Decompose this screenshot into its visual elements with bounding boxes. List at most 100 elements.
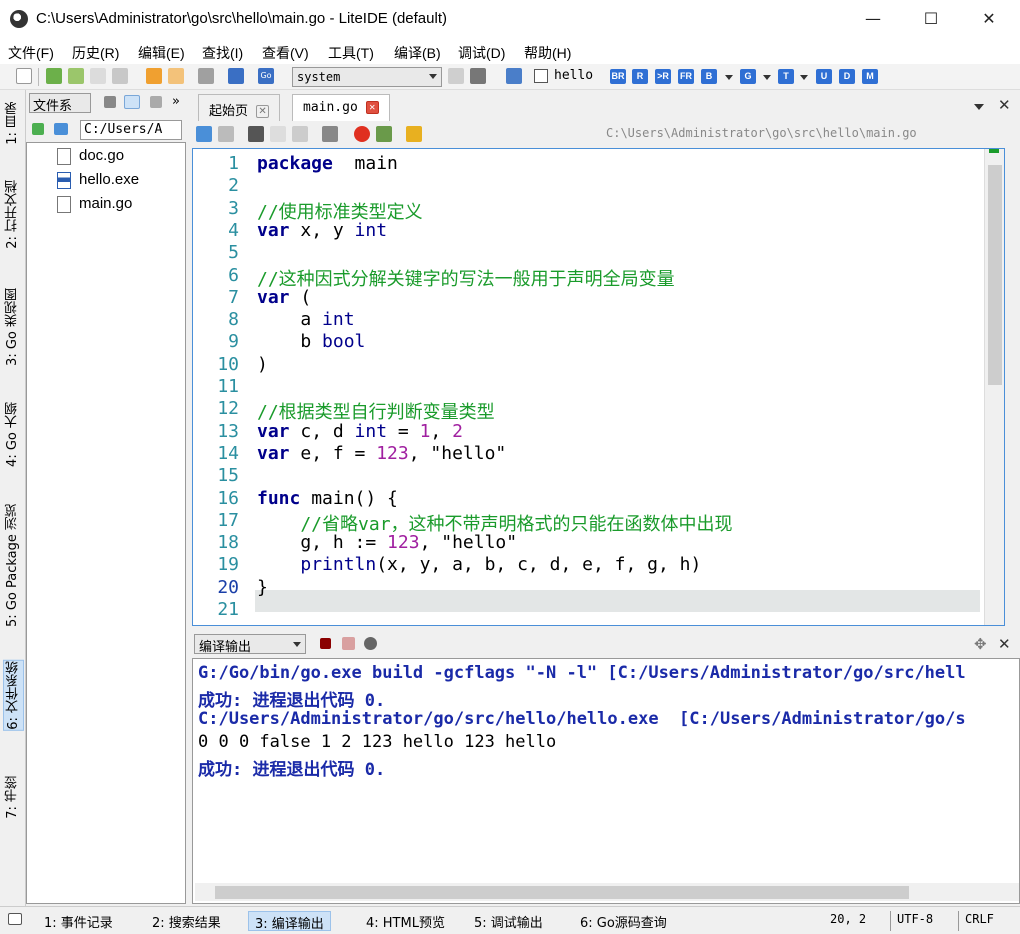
split-icon[interactable] [150, 96, 162, 108]
copy-icon[interactable] [270, 126, 286, 142]
back-icon[interactable] [146, 68, 162, 84]
save-icon[interactable] [90, 68, 106, 84]
tab-list-chevron-icon[interactable] [974, 104, 984, 110]
build-button[interactable]: B [701, 69, 717, 84]
export-icon[interactable] [376, 126, 392, 142]
code-editor[interactable]: 1 2 3 4 5 6 7 8 9 10 11 12 13 14 15 16 17 18 19 20 21 packag… [192, 148, 1005, 626]
more-chevron-icon[interactable]: » [172, 94, 180, 109]
menu-edit[interactable]: 编辑(E) [138, 43, 185, 63]
get-button[interactable]: G [740, 69, 756, 84]
new-file-icon[interactable] [16, 68, 32, 84]
menu-help[interactable]: 帮助(H) [524, 43, 571, 63]
tools-icon[interactable] [198, 68, 214, 84]
close-editor-icon[interactable]: ✕ [998, 96, 1011, 114]
sidetab-class-view[interactable]: 3: Go 类视图 [3, 288, 22, 366]
lock-icon[interactable] [322, 126, 338, 142]
menu-debug[interactable]: 调试(D) [458, 43, 505, 63]
environment-select[interactable]: system [292, 67, 442, 87]
sync-editor-icon[interactable] [124, 95, 140, 109]
menu-view[interactable]: 查看(V) [262, 43, 309, 63]
output-panel-combo[interactable]: 编译输出 [194, 634, 306, 655]
path-combo[interactable]: C:/Users/A [80, 120, 182, 140]
file-run-button[interactable]: FR [678, 69, 694, 84]
close-icon[interactable]: ✕ [256, 105, 270, 118]
sidetab-directory[interactable]: 1: 目录 [3, 102, 22, 145]
menu-find[interactable]: 查找(I) [202, 43, 243, 63]
statustab-events[interactable]: 1: 事件记录 [38, 911, 119, 931]
statustab-build-output[interactable]: 3: 编译输出 [248, 911, 331, 932]
goto-def-icon[interactable] [406, 126, 422, 142]
file-hello-exe[interactable]: hello.exe [57, 171, 139, 189]
file-main-go[interactable]: main.go [57, 195, 133, 213]
main-toolbar: Go system hello BR R >R FR B G T U D M [0, 64, 1020, 90]
open-file-icon[interactable] [46, 68, 62, 84]
sidetab-package-browser[interactable]: 5: Go Package 浏览 [3, 504, 22, 627]
clear-icon[interactable] [342, 637, 355, 650]
close-window-button[interactable]: ✕ [960, 0, 1018, 38]
tab-main-go[interactable]: main.go ✕ [292, 94, 390, 121]
build-dropdown-icon[interactable] [725, 75, 733, 80]
menu-build[interactable]: 编译(B) [394, 43, 441, 63]
menu-tools[interactable]: 工具(T) [328, 43, 374, 63]
up-dir-icon[interactable] [32, 123, 44, 135]
line-number: 13 [217, 420, 239, 442]
test-button[interactable]: T [778, 69, 794, 84]
refresh-dir-icon[interactable] [54, 123, 68, 135]
float-panel-icon[interactable]: ✥ [974, 635, 987, 653]
toggle-sidebar-icon[interactable] [8, 913, 22, 925]
test-dropdown-icon[interactable] [800, 75, 808, 80]
file-name: main.go [79, 195, 133, 212]
breakpoint-icon[interactable] [354, 126, 370, 142]
go-icon[interactable]: Go [258, 68, 274, 84]
close-icon[interactable]: ✕ [365, 101, 379, 114]
statustab-search[interactable]: 2: 搜索结果 [146, 911, 227, 931]
get-dropdown-icon[interactable] [763, 75, 771, 80]
statustab-debug-output[interactable]: 5: 调试输出 [468, 911, 549, 931]
vertical-scrollbar[interactable] [984, 149, 1004, 625]
run-term-button[interactable]: >R [655, 69, 671, 84]
filesystem-combo[interactable]: 文件系 [29, 93, 91, 114]
statustab-go-source[interactable]: 6: Go源码查询 [574, 911, 673, 931]
paste-icon[interactable] [292, 126, 308, 142]
undo-icon[interactable] [196, 126, 212, 142]
maximize-button[interactable]: ☐ [902, 0, 960, 38]
u-button[interactable]: U [816, 69, 832, 84]
target-checkbox[interactable] [534, 69, 548, 83]
encoding-indicator[interactable]: UTF-8 [890, 911, 939, 931]
file-doc-go[interactable]: doc.go [57, 147, 124, 165]
stop-icon[interactable] [320, 638, 331, 649]
home-icon[interactable] [228, 68, 244, 84]
build-run-button[interactable]: BR [610, 69, 626, 84]
redo-icon[interactable] [218, 126, 234, 142]
run-button[interactable]: R [632, 69, 648, 84]
open-folder-icon[interactable] [68, 68, 84, 84]
menu-file[interactable]: 文件(F) [8, 43, 54, 63]
sidetab-filesystem[interactable]: 6: 文件系统 [3, 660, 24, 731]
horizontal-scroll-thumb[interactable] [215, 886, 909, 899]
save-all-icon[interactable] [112, 68, 128, 84]
close-panel-icon[interactable]: ✕ [998, 635, 1011, 653]
tab-start-page[interactable]: 起始页 ✕ [198, 94, 281, 121]
forward-icon[interactable] [168, 68, 184, 84]
status-bar: 1: 事件记录 2: 搜索结果 3: 编译输出 4: HTML预览 5: 调试输… [0, 906, 1020, 934]
menu-history[interactable]: 历史(R) [72, 43, 119, 63]
cut-icon[interactable] [248, 126, 264, 142]
sidetab-bookmarks[interactable]: 7: 书签 [3, 776, 22, 819]
output-line: G:/Go/bin/go.exe build -gcflags "-N -l" … [198, 663, 966, 683]
minimize-button[interactable]: — [844, 0, 902, 38]
sidetab-open-docs[interactable]: 2: 打开文档 [3, 180, 22, 249]
d-button[interactable]: D [839, 69, 855, 84]
m-button[interactable]: M [862, 69, 878, 84]
sidetab-outline[interactable]: 4: Go 大纲 [3, 402, 22, 467]
horizontal-scrollbar[interactable] [195, 883, 1019, 901]
settings-gear-icon[interactable] [506, 68, 522, 84]
eol-indicator[interactable]: CRLF [958, 911, 1000, 931]
env-edit-icon[interactable] [470, 68, 486, 84]
vertical-scroll-thumb[interactable] [988, 165, 1002, 385]
path-combo-value: C:/Users/A [84, 122, 163, 137]
settings-gear-icon[interactable] [364, 637, 377, 650]
statustab-html-preview[interactable]: 4: HTML预览 [360, 911, 451, 931]
filter-icon[interactable] [104, 96, 116, 108]
refresh-env-icon[interactable] [448, 68, 464, 84]
output-text[interactable]: G:/Go/bin/go.exe build -gcflags "-N -l" … [192, 658, 1020, 904]
